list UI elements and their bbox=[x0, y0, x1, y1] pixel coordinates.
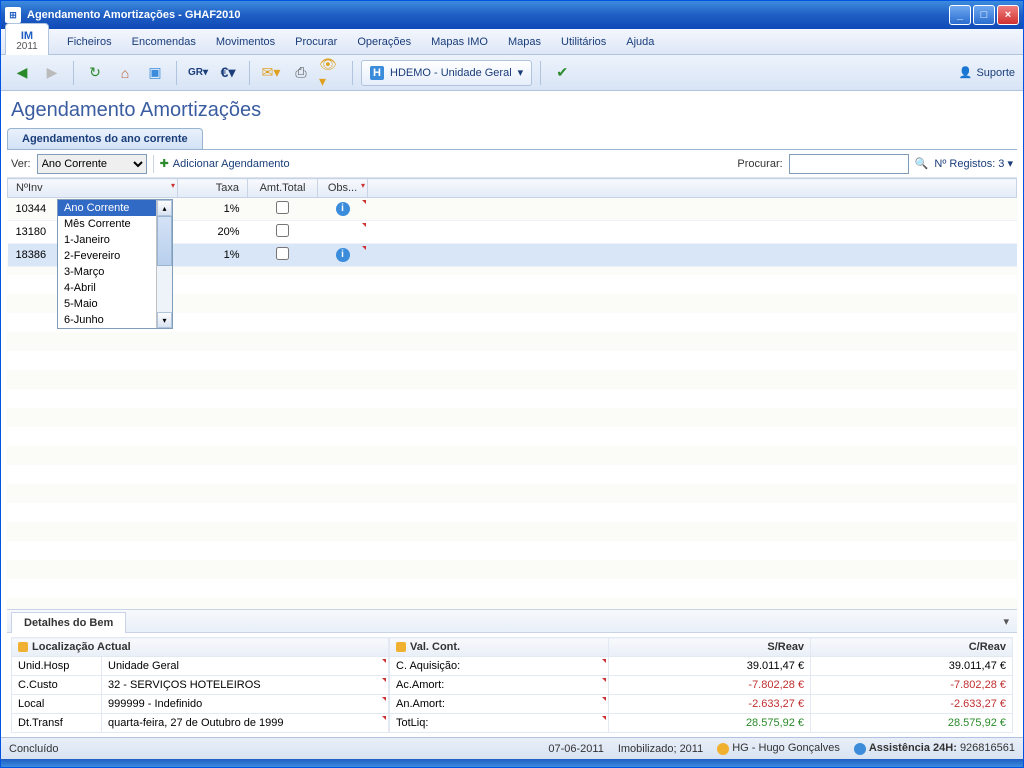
creav-header: C/Reav bbox=[811, 638, 1013, 657]
col-inv[interactable]: NºInv▾ bbox=[8, 179, 178, 198]
user-icon bbox=[717, 743, 729, 755]
menubar: IM2011 FicheirosEncomendasMovimentosProc… bbox=[1, 29, 1023, 55]
search-icon[interactable]: 🔍 bbox=[915, 157, 929, 170]
filter-bar: Ver: Ano Corrente ✚ Adicionar Agendament… bbox=[7, 150, 1017, 178]
menu-procurar[interactable]: Procurar bbox=[285, 32, 347, 52]
menu-operações[interactable]: Operações bbox=[347, 32, 421, 52]
forward-icon[interactable]: ▶ bbox=[39, 60, 65, 86]
search-input[interactable] bbox=[789, 154, 909, 174]
col-taxa[interactable]: Taxa bbox=[178, 179, 248, 198]
val-row: An.Amort:-2.633,27 €-2.633,27 € bbox=[390, 695, 1013, 714]
dropdown-option[interactable]: Mês Corrente bbox=[58, 216, 156, 232]
amt-checkbox[interactable] bbox=[248, 244, 318, 267]
record-count[interactable]: Nº Registos: 3 ▾ bbox=[934, 157, 1013, 170]
loc-header: Localização Actual bbox=[12, 638, 389, 657]
val-row: C. Aquisição:39.011,47 €39.011,47 € bbox=[390, 657, 1013, 676]
plus-icon: ✚ bbox=[160, 157, 169, 170]
tab-detalhes[interactable]: Detalhes do Bem bbox=[11, 612, 126, 633]
menu-mapas imo[interactable]: Mapas IMO bbox=[421, 32, 498, 52]
menu-ajuda[interactable]: Ajuda bbox=[616, 32, 664, 52]
refresh-icon[interactable]: ↻ bbox=[82, 60, 108, 86]
unit-dropdown[interactable]: H HDEMO - Unidade Geral ▾ bbox=[361, 60, 532, 86]
menu-mapas[interactable]: Mapas bbox=[498, 32, 551, 52]
menu-movimentos[interactable]: Movimentos bbox=[206, 32, 285, 52]
loc-row: Dt.Transfquarta-feira, 27 de Outubro de … bbox=[12, 714, 389, 733]
titlebar: ⊞ Agendamento Amortizações - GHAF2010 _ … bbox=[1, 1, 1023, 29]
location-marker-icon bbox=[18, 642, 28, 652]
dropdown-option[interactable]: Ano Corrente bbox=[58, 200, 156, 216]
view-icon[interactable]: 👁▾ bbox=[318, 60, 344, 86]
val-row: Ac.Amort:-7.802,28 €-7.802,28 € bbox=[390, 676, 1013, 695]
status-assist: Assistência 24H: 926816561 bbox=[854, 742, 1015, 754]
back-icon[interactable]: ◀ bbox=[9, 60, 35, 86]
loc-row: Local999999 - Indefinido bbox=[12, 695, 389, 714]
menu-ficheiros[interactable]: Ficheiros bbox=[57, 32, 122, 52]
scroll-down-icon[interactable]: ▾ bbox=[157, 312, 172, 328]
print-icon[interactable]: ⎙ bbox=[288, 60, 314, 86]
support-link[interactable]: 👤 Suporte bbox=[959, 66, 1015, 79]
chevron-down-icon: ▾ bbox=[518, 66, 524, 79]
grid: NºInv▾ Taxa Amt.Total Obs...▾ 103441%i13… bbox=[7, 178, 1017, 609]
collapse-icon[interactable]: ▾ bbox=[995, 611, 1017, 632]
value-marker-icon bbox=[396, 642, 406, 652]
statusbar: Concluído 07-06-2011 Imobilizado; 2011 H… bbox=[1, 737, 1023, 759]
dropdown-option[interactable]: 3-Março bbox=[58, 264, 156, 280]
home-icon[interactable]: ⌂ bbox=[112, 60, 138, 86]
minimize-button[interactable]: _ bbox=[949, 5, 971, 25]
support-icon: 👤 bbox=[959, 66, 973, 79]
valcont-header: Val. Cont. bbox=[390, 638, 609, 657]
info-icon[interactable]: i bbox=[336, 202, 350, 216]
status-user: HG - Hugo Gonçalves bbox=[717, 742, 840, 754]
status-text: Concluído bbox=[9, 743, 59, 755]
col-obs[interactable]: Obs...▾ bbox=[318, 179, 368, 198]
close-button[interactable]: × bbox=[997, 5, 1019, 25]
hospital-icon: H bbox=[370, 66, 384, 80]
dropdown-option[interactable]: 1-Janeiro bbox=[58, 232, 156, 248]
status-date: 07-06-2011 bbox=[548, 743, 603, 755]
mail-icon[interactable]: ✉▾ bbox=[258, 60, 284, 86]
menu-encomendas[interactable]: Encomendas bbox=[122, 32, 206, 52]
loc-row: C.Custo32 - SERVIÇOS HOTELEIROS bbox=[12, 676, 389, 695]
euro-icon[interactable]: €▾ bbox=[215, 60, 241, 86]
menu-utilitários[interactable]: Utilitários bbox=[551, 32, 616, 52]
scroll-thumb[interactable] bbox=[157, 216, 172, 266]
scroll-up-icon[interactable]: ▴ bbox=[157, 200, 172, 216]
tab-row: Agendamentos do ano corrente bbox=[7, 128, 1017, 150]
amt-checkbox[interactable] bbox=[248, 198, 318, 221]
col-amt[interactable]: Amt.Total bbox=[248, 179, 318, 198]
ver-select[interactable]: Ano Corrente bbox=[37, 154, 147, 174]
sreav-header: S/Reav bbox=[609, 638, 811, 657]
ver-label: Ver: bbox=[11, 158, 31, 170]
dropdown-option[interactable]: 6-Junho bbox=[58, 312, 156, 328]
app-icon: ⊞ bbox=[5, 7, 21, 23]
search-label: Procurar: bbox=[737, 158, 782, 170]
gr-icon[interactable]: GR▾ bbox=[185, 60, 211, 86]
tab-agendamentos[interactable]: Agendamentos do ano corrente bbox=[7, 128, 203, 149]
ver-dropdown-list[interactable]: Ano CorrenteMês Corrente1-Janeiro2-Fever… bbox=[57, 199, 173, 329]
status-period: Imobilizado; 2011 bbox=[618, 743, 703, 755]
globe-icon bbox=[854, 743, 866, 755]
window-title: Agendamento Amortizações - GHAF2010 bbox=[27, 9, 949, 21]
dropdown-option[interactable]: 4-Abril bbox=[58, 280, 156, 296]
info-icon[interactable]: i bbox=[336, 248, 350, 262]
amt-checkbox[interactable] bbox=[248, 221, 318, 244]
add-agendamento-button[interactable]: ✚ Adicionar Agendamento bbox=[160, 157, 290, 170]
new-window-icon[interactable]: ▣ bbox=[142, 60, 168, 86]
dropdown-option[interactable]: 5-Maio bbox=[58, 296, 156, 312]
maximize-button[interactable]: □ bbox=[973, 5, 995, 25]
check-icon[interactable]: ✔ bbox=[549, 60, 575, 86]
val-row: TotLiq:28.575,92 €28.575,92 € bbox=[390, 714, 1013, 733]
loc-row: Unid.HospUnidade Geral bbox=[12, 657, 389, 676]
page-title: Agendamento Amortizações bbox=[11, 99, 1017, 122]
details-panel: Detalhes do Bem ▾ Localização Actual Uni… bbox=[7, 609, 1017, 737]
scrollbar[interactable]: ▴ ▾ bbox=[156, 200, 172, 328]
dropdown-option[interactable]: 2-Fevereiro bbox=[58, 248, 156, 264]
toolbar: ◀ ▶ ↻ ⌂ ▣ GR▾ €▾ ✉▾ ⎙ 👁▾ H HDEMO - Unida… bbox=[1, 55, 1023, 91]
